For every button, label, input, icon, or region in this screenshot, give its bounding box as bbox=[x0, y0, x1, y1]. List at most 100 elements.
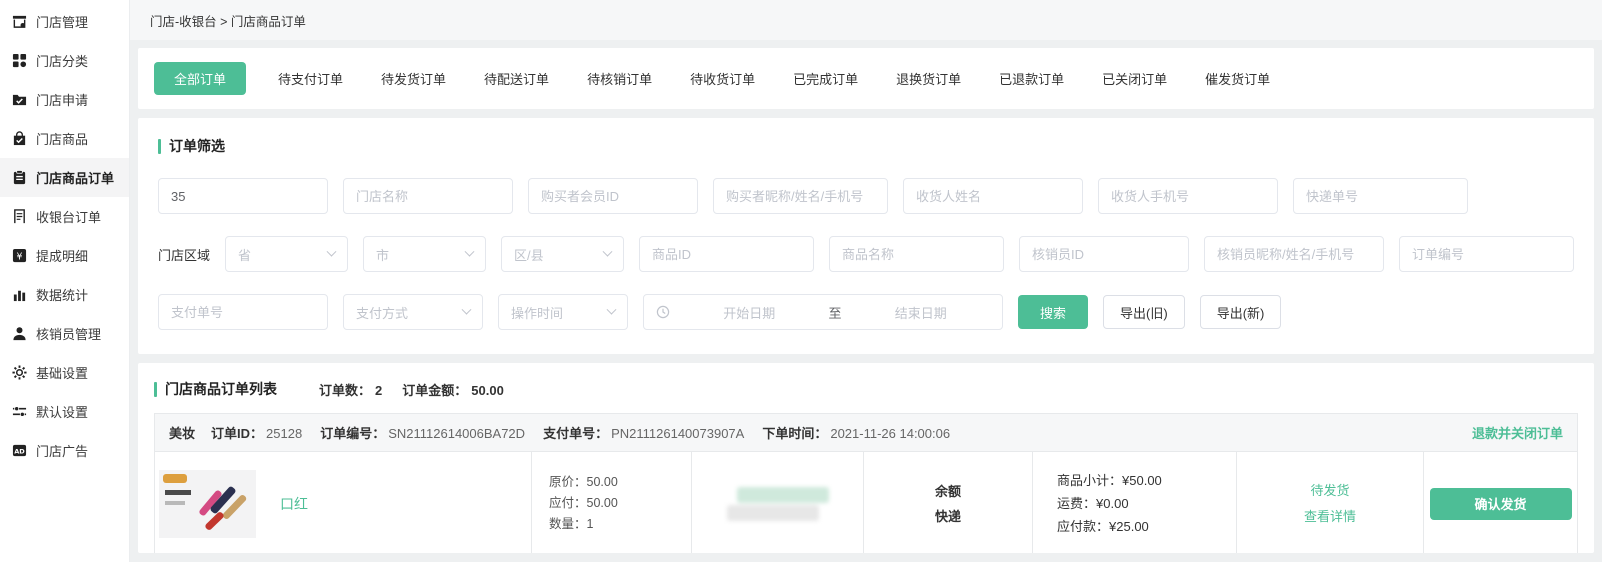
product-cell: 口红 bbox=[155, 452, 532, 553]
verifier-id-input[interactable] bbox=[1019, 236, 1189, 272]
redacted-bar bbox=[727, 505, 819, 521]
amount-due: 应付款：¥25.00 bbox=[1057, 515, 1162, 538]
verifier-info-input[interactable] bbox=[1204, 236, 1384, 272]
tab-all-orders[interactable]: 全部订单 bbox=[154, 62, 246, 95]
subtotal: 商品小计：¥50.00 bbox=[1057, 469, 1162, 492]
payment-number: 支付单号：PN211126140073907A bbox=[543, 423, 744, 442]
payment-delivery-cell: 余额 快递 bbox=[864, 452, 1033, 553]
product-name-input[interactable] bbox=[829, 236, 1004, 272]
store-id-input[interactable] bbox=[158, 178, 328, 214]
receipt-icon bbox=[11, 209, 27, 225]
order-status-text: 待发货 bbox=[1304, 478, 1356, 504]
product-id-input[interactable] bbox=[639, 236, 814, 272]
sliders-icon bbox=[11, 404, 27, 420]
sidebar-item-basic-settings[interactable]: 基础设置 bbox=[0, 353, 129, 392]
sidebar-item-store-goods-orders[interactable]: 门店商品订单 bbox=[0, 158, 129, 197]
payment-method-select[interactable]: 支付方式 bbox=[343, 294, 483, 330]
sidebar-item-data-statistics[interactable]: 数据统计 bbox=[0, 275, 129, 314]
store-name-input[interactable] bbox=[343, 178, 513, 214]
order-filter-panel: 订单筛选 门店区域 省 市 bbox=[138, 118, 1594, 354]
district-select[interactable]: 区/县 bbox=[501, 236, 624, 272]
thumbnail-text-decoration bbox=[165, 501, 185, 505]
view-details-link[interactable]: 查看详情 bbox=[1304, 504, 1356, 530]
date-range-picker[interactable]: 开始日期 至 结束日期 bbox=[643, 294, 1003, 330]
buyer-info-input[interactable] bbox=[713, 178, 888, 214]
order-card: 美妆 订单ID：25128 订单编号：SN21112614006BA72D 支付… bbox=[154, 413, 1578, 553]
sidebar-item-label: 门店管理 bbox=[36, 12, 88, 31]
tab-pending-delivery[interactable]: 待配送订单 bbox=[478, 62, 555, 95]
operation-time-placeholder: 操作时间 bbox=[511, 303, 563, 322]
redacted-bar bbox=[737, 487, 829, 503]
operation-time-select[interactable]: 操作时间 bbox=[498, 294, 628, 330]
price-cell: 原价：50.00 应付：50.00 数量：1 bbox=[532, 452, 692, 553]
confirm-shipment-button[interactable]: 确认发货 bbox=[1430, 488, 1572, 520]
buyer-member-id-input[interactable] bbox=[528, 178, 698, 214]
shopping-bag-icon bbox=[11, 131, 27, 147]
city-select[interactable]: 市 bbox=[363, 236, 486, 272]
promo-badge bbox=[163, 474, 187, 483]
payment-number-input[interactable] bbox=[158, 294, 328, 330]
section-accent-bar bbox=[158, 139, 161, 154]
tab-refunded[interactable]: 已退款订单 bbox=[993, 62, 1070, 95]
user-icon bbox=[11, 326, 27, 342]
sidebar-item-store-ads[interactable]: AD 门店广告 bbox=[0, 431, 129, 470]
payment-method-text: 余额 bbox=[935, 479, 961, 504]
sidebar-item-store-application[interactable]: 门店申请 bbox=[0, 80, 129, 119]
sidebar-item-label: 门店商品 bbox=[36, 129, 88, 148]
tab-pending-payment[interactable]: 待支付订单 bbox=[272, 62, 349, 95]
order-number-input[interactable] bbox=[1399, 236, 1574, 272]
sidebar-item-commission-details[interactable]: ¥ 提成明细 bbox=[0, 236, 129, 275]
sidebar-item-label: 门店广告 bbox=[36, 441, 88, 460]
order-body-row: 口红 原价：50.00 应付：50.00 数量：1 bbox=[155, 452, 1577, 553]
consignee-name-input[interactable] bbox=[903, 178, 1083, 214]
sidebar-item-default-settings[interactable]: 默认设置 bbox=[0, 392, 129, 431]
tab-pending-receipt[interactable]: 待收货订单 bbox=[684, 62, 761, 95]
tab-urge-shipment[interactable]: 催发货订单 bbox=[1199, 62, 1276, 95]
order-list-panel: 门店商品订单列表 订单数：2 订单金额：50.00 美妆 订单ID：25128 … bbox=[138, 363, 1594, 553]
chevron-down-icon bbox=[327, 246, 337, 256]
chevron-down-icon bbox=[607, 304, 617, 314]
refund-and-close-link[interactable]: 退款并关闭订单 bbox=[1472, 423, 1563, 442]
product-name-link[interactable]: 口红 bbox=[280, 494, 308, 514]
order-id: 订单ID：25128 bbox=[211, 423, 302, 442]
export-old-button[interactable]: 导出(旧) bbox=[1103, 295, 1185, 329]
thumbnail-text-decoration bbox=[165, 490, 191, 495]
province-select[interactable]: 省 bbox=[225, 236, 348, 272]
region-label: 门店区域 bbox=[158, 245, 210, 264]
sidebar-item-cashier-orders[interactable]: 收银台订单 bbox=[0, 197, 129, 236]
order-count: 订单数：2 bbox=[319, 380, 382, 399]
sidebar-item-store-category[interactable]: 门店分类 bbox=[0, 41, 129, 80]
ad-badge-icon: AD bbox=[11, 443, 27, 459]
svg-text:¥: ¥ bbox=[16, 251, 22, 262]
payment-method-placeholder: 支付方式 bbox=[356, 303, 408, 322]
clock-icon bbox=[656, 305, 670, 319]
tab-pending-verification[interactable]: 待核销订单 bbox=[581, 62, 658, 95]
filter-row-2: 门店区域 省 市 区/县 bbox=[158, 236, 1574, 272]
order-list-title-text: 门店商品订单列表 bbox=[165, 379, 277, 399]
sidebar-item-label: 默认设置 bbox=[36, 402, 88, 421]
export-new-button[interactable]: 导出(新) bbox=[1200, 295, 1282, 329]
sidebar-item-label: 数据统计 bbox=[36, 285, 88, 304]
sidebar-item-store-goods[interactable]: 门店商品 bbox=[0, 119, 129, 158]
tracking-number-input[interactable] bbox=[1293, 178, 1468, 214]
main-content: 门店-收银台 > 门店商品订单 全部订单 待支付订单 待发货订单 待配送订单 待… bbox=[130, 0, 1602, 562]
search-button[interactable]: 搜索 bbox=[1018, 295, 1088, 329]
action-cell: 确认发货 bbox=[1424, 452, 1577, 553]
sidebar-item-store-management[interactable]: 门店管理 bbox=[0, 2, 129, 41]
storefront-icon bbox=[11, 14, 27, 30]
consignee-phone-input[interactable] bbox=[1098, 178, 1278, 214]
tab-closed[interactable]: 已关闭订单 bbox=[1096, 62, 1173, 95]
buyer-cell bbox=[692, 452, 864, 553]
sidebar-item-label: 提成明细 bbox=[36, 246, 88, 265]
original-price: 原价：50.00 bbox=[549, 472, 618, 493]
category-grid-icon bbox=[11, 53, 27, 69]
bar-chart-icon bbox=[11, 287, 27, 303]
app-window: 门店管理 门店分类 门店申请 门店商品 门店商品订单 bbox=[0, 0, 1602, 562]
quantity: 数量：1 bbox=[549, 514, 618, 535]
start-date-placeholder: 开始日期 bbox=[680, 303, 819, 322]
tab-return-exchange[interactable]: 退换货订单 bbox=[890, 62, 967, 95]
chevron-down-icon bbox=[603, 246, 613, 256]
tab-completed[interactable]: 已完成订单 bbox=[787, 62, 864, 95]
sidebar-item-verifier-management[interactable]: 核销员管理 bbox=[0, 314, 129, 353]
tab-pending-shipment[interactable]: 待发货订单 bbox=[375, 62, 452, 95]
